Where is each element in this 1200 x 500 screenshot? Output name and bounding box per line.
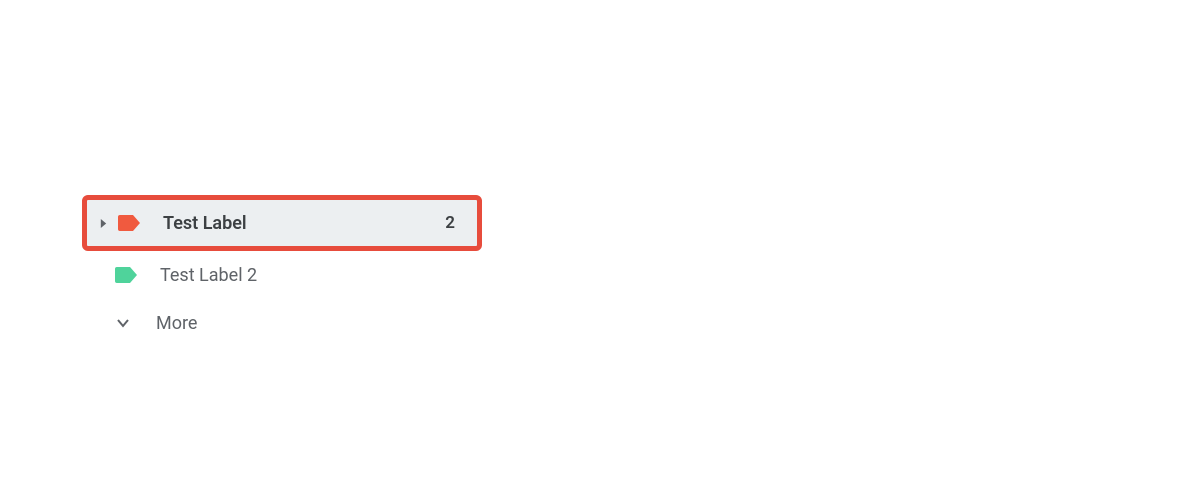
expand-arrow-icon[interactable]: [95, 215, 111, 231]
label-name: Test Label 2: [144, 265, 474, 286]
label-item-test-label[interactable]: Test Label 2: [82, 195, 482, 251]
label-tag-icon: [114, 263, 138, 287]
label-count: 2: [445, 213, 469, 233]
label-item-test-label-2[interactable]: Test Label 2: [82, 251, 482, 299]
more-label: More: [140, 313, 197, 334]
label-name: Test Label: [147, 213, 439, 234]
more-toggle[interactable]: More: [104, 299, 482, 347]
label-list: Test Label 2 Test Label 2 More: [82, 195, 482, 347]
chevron-down-icon: [112, 312, 134, 334]
label-tag-icon: [117, 211, 141, 235]
